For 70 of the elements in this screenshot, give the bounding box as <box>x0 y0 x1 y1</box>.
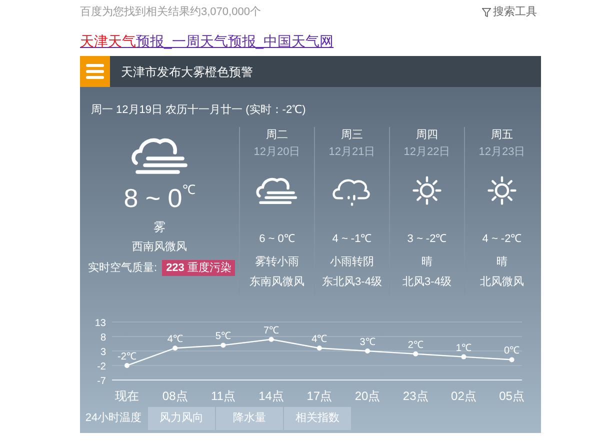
weekday: 周三 <box>341 128 363 143</box>
filter-icon <box>482 8 491 17</box>
data-point <box>509 357 514 362</box>
menu-button[interactable] <box>80 56 110 87</box>
axis-tick: 8 <box>100 332 106 344</box>
value-label: 4℃ <box>167 334 183 346</box>
axis-label: 02点 <box>451 389 476 403</box>
air-quality-label: 实时空气质量: <box>88 260 158 276</box>
axis-tick: -2 <box>97 362 106 372</box>
day-weather: 晴 <box>496 254 508 270</box>
alert-text: 天津市发布大雾橙色预警 <box>121 64 253 80</box>
value-label: 5℃ <box>215 331 231 342</box>
data-point <box>268 336 274 342</box>
chart-tab[interactable]: 相关指数 <box>284 407 351 430</box>
day-wind: 东北风3-4级 <box>322 274 382 290</box>
axis-label: 17点 <box>306 389 332 403</box>
value-label: 0℃ <box>504 346 520 357</box>
weekday: 周二 <box>266 128 288 143</box>
axis-label: 20点 <box>354 389 380 403</box>
value-label: 1℃ <box>456 342 472 354</box>
date-line: 周一 12月19日 农历十一月廿一 (实时：-2℃) <box>91 104 306 116</box>
result-count: 百度为您找到相关结果约3,070,000个 <box>80 4 261 20</box>
data-point <box>220 342 226 348</box>
day-weather: 晴 <box>422 254 432 270</box>
day-temperature: 4 ~ -1℃ <box>332 232 372 247</box>
day-date: 12月23日 <box>478 144 526 160</box>
today-weather: 雾 <box>154 219 166 236</box>
data-point <box>124 363 130 368</box>
day-date: 12月21日 <box>328 144 376 160</box>
day-temperature: 6 ~ 0℃ <box>259 232 295 247</box>
axis-label: 14点 <box>258 389 284 403</box>
chart-tab[interactable]: 降水量 <box>216 407 283 430</box>
axis-label: 08点 <box>162 389 188 403</box>
axis-label: 11点 <box>210 389 236 403</box>
day-wind: 北风微风 <box>480 275 524 290</box>
today-wind: 西南风微风 <box>132 240 187 255</box>
search-tools-button[interactable]: 搜索工具 <box>482 4 537 21</box>
value-label: 4℃ <box>312 334 328 346</box>
weekday: 周五 <box>491 128 513 143</box>
axis-label: 05点 <box>499 389 524 403</box>
value-label: 3℃ <box>360 337 376 348</box>
axis-label: 现在 <box>115 389 139 403</box>
data-point <box>172 346 178 351</box>
result-title-link[interactable]: 天津天气预报_一周天气预报_中国天气网 <box>80 33 334 49</box>
air-quality-badge: 223 重度污染 <box>162 260 236 276</box>
chart-tab[interactable]: 24小时温度 <box>80 407 147 430</box>
value-label: 2℃ <box>408 340 424 351</box>
axis-label: 23点 <box>402 389 428 403</box>
data-point <box>461 354 466 360</box>
weekday: 周四 <box>416 128 438 143</box>
day-date: 12月20日 <box>254 144 300 160</box>
value-label: -2℃ <box>118 352 136 362</box>
value-label: 7℃ <box>264 325 280 336</box>
data-point <box>413 351 418 356</box>
day-wind: 东南风微风 <box>250 274 304 290</box>
day-temperature: 4 ~ -2℃ <box>482 232 522 247</box>
chart-tab[interactable]: 风力风向 <box>148 407 215 430</box>
day-temperature: 3 ~ -2℃ <box>407 232 447 247</box>
day-wind: 北风3-4级 <box>402 275 452 290</box>
day-date: 12月22日 <box>404 144 450 160</box>
data-point <box>316 346 322 351</box>
day-weather: 小雨转阴 <box>330 254 374 270</box>
temperature-unit: ℃ <box>182 182 196 198</box>
menu-icon <box>86 64 104 79</box>
data-point <box>365 348 370 354</box>
axis-tick: 13 <box>94 318 106 329</box>
day-weather: 雾转小雨 <box>255 254 299 270</box>
axis-tick: 3 <box>100 347 106 358</box>
axis-tick: -7 <box>97 376 106 387</box>
today-temperature: 8 ~ 0 <box>124 182 182 214</box>
